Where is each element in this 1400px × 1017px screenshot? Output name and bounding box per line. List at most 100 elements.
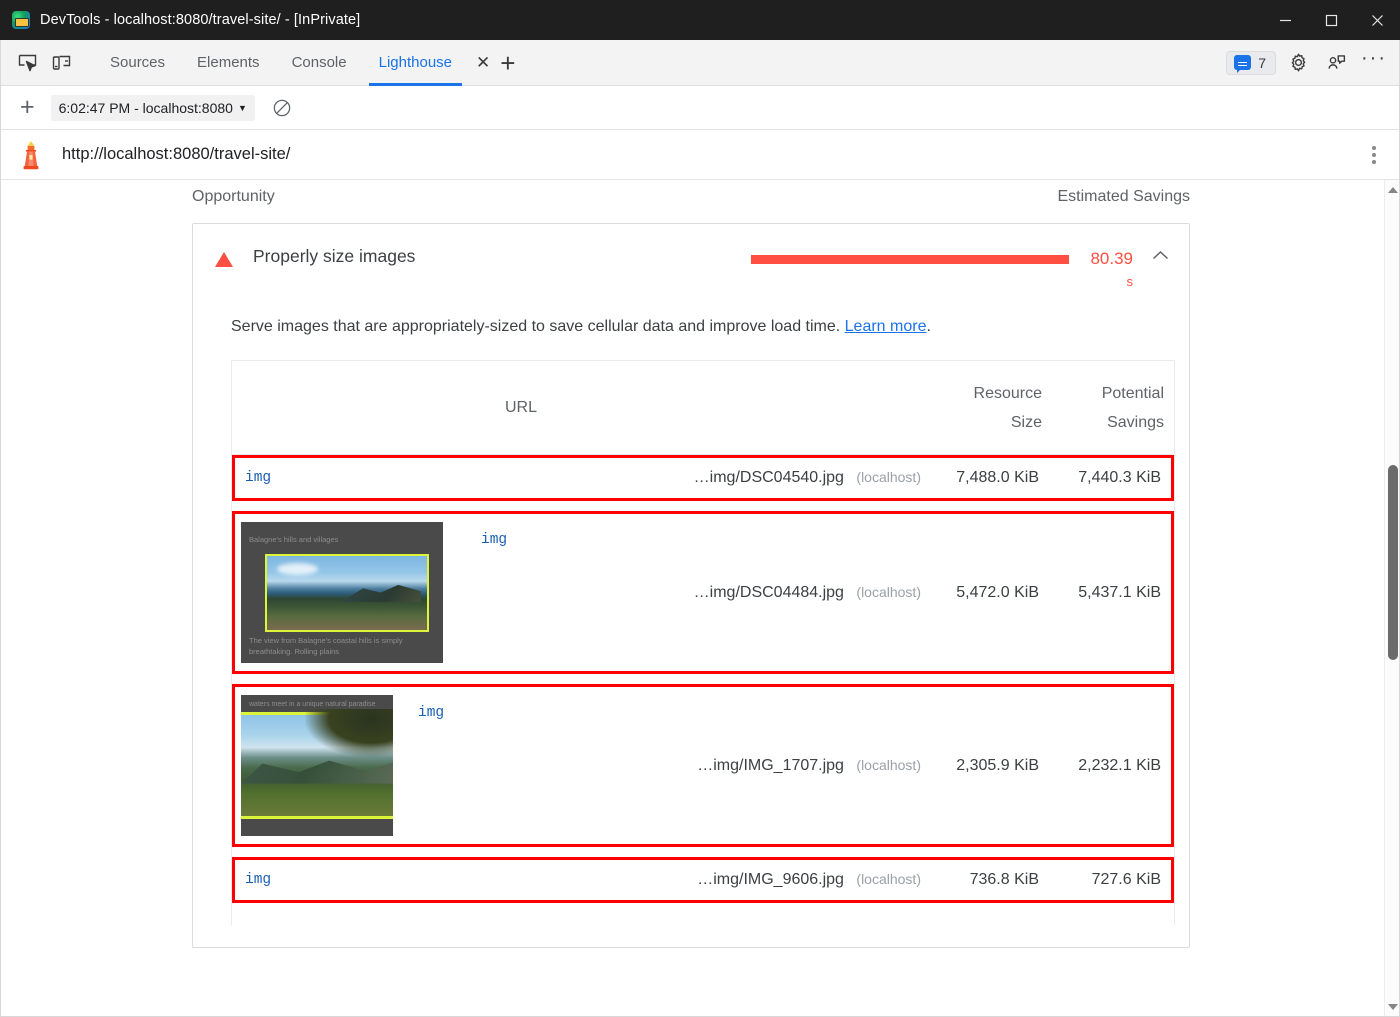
learn-more-link[interactable]: Learn more <box>845 318 927 335</box>
scroll-down-arrow[interactable] <box>1385 999 1400 1015</box>
savings-bar-track <box>749 255 1069 264</box>
header-resource-size: Resource Size <box>930 379 1052 437</box>
table-header-row: URL Resource Size Potential Savings <box>232 361 1174 455</box>
chevron-down-icon: ▼ <box>238 103 247 113</box>
edge-devtools-icon <box>12 11 30 29</box>
tab-lighthouse[interactable]: Lighthouse <box>363 40 468 86</box>
row-url: …img/IMG_1707.jpg (localhost) <box>393 757 927 775</box>
audit-header[interactable]: Properly size images 80.39 s <box>193 224 1189 304</box>
row-thumbnail-wrap: Balagne's hills and villages The view fr… <box>235 522 443 663</box>
row-potential-savings: 7,440.3 KiB <box>1049 469 1171 487</box>
row-node-tag[interactable]: img <box>235 470 415 486</box>
device-toolbar-icon[interactable] <box>44 48 78 78</box>
row-node-tag[interactable]: img <box>418 705 444 721</box>
inspect-element-icon[interactable] <box>10 48 44 78</box>
window-title: DevTools - localhost:8080/travel-site/ -… <box>40 12 360 28</box>
persona-feedback-icon[interactable] <box>1320 48 1352 78</box>
panel-tabs: Sources Elements Console Lighthouse ✕ + <box>94 40 525 86</box>
close-icon[interactable]: ✕ <box>476 54 490 71</box>
audit-description-suffix: . <box>926 318 930 335</box>
table-row[interactable]: waters meet in a unique natural paradise… <box>232 684 1174 847</box>
add-panel-icon[interactable]: + <box>490 50 525 76</box>
header-resource-size-line2: Size <box>930 408 1042 437</box>
row-potential-savings: 2,232.1 KiB <box>1049 757 1171 775</box>
row-resource-size: 2,305.9 KiB <box>927 757 1049 775</box>
header-resource-size-line1: Resource <box>930 379 1042 408</box>
row-url-text: …img/DSC04484.jpg <box>694 584 844 601</box>
header-potential-savings-line2: Savings <box>1052 408 1164 437</box>
row-resource-size: 736.8 KiB <box>927 871 1049 889</box>
row-potential-savings: 5,437.1 KiB <box>1049 584 1171 602</box>
chevron-up-icon[interactable] <box>1152 248 1169 266</box>
estimated-savings-column-label: Estimated Savings <box>1057 188 1190 206</box>
tab-label: Elements <box>197 54 260 71</box>
thumbnail-photo <box>265 554 429 632</box>
warning-triangle-icon <box>215 252 233 267</box>
tab-elements[interactable]: Elements <box>181 40 276 86</box>
row-url: …img/DSC04484.jpg (localhost) <box>443 584 927 602</box>
row-url-host: (localhost) <box>856 469 921 485</box>
row-node-tag[interactable]: img <box>235 872 415 888</box>
opportunities-table-header: Opportunity Estimated Savings <box>192 180 1190 206</box>
window-title-bar: DevTools - localhost:8080/travel-site/ -… <box>0 0 1400 40</box>
audit-description: Serve images that are appropriately-size… <box>211 304 1171 336</box>
row-thumbnail-wrap: waters meet in a unique natural paradise <box>235 695 393 836</box>
row-resource-size: 7,488.0 KiB <box>927 469 1049 487</box>
thumbnail-caption-bottom: The view from Balagne's coastal hills is… <box>241 635 443 657</box>
row-resource-size: 5,472.0 KiB <box>927 584 1049 602</box>
new-report-button[interactable]: + <box>12 93 43 122</box>
row-node-tag[interactable]: img <box>481 532 507 548</box>
scroll-up-arrow[interactable] <box>1385 182 1400 198</box>
vertical-scrollbar[interactable] <box>1384 180 1400 1017</box>
issues-count: 7 <box>1258 55 1266 71</box>
table-row[interactable]: img …img/DSC04540.jpg (localhost) 7,488.… <box>232 455 1174 501</box>
report-url-bar: http://localhost:8080/travel-site/ <box>0 130 1400 180</box>
table-row[interactable]: Balagne's hills and villages The view fr… <box>232 511 1174 674</box>
row-url-text: …img/IMG_9606.jpg <box>697 871 844 888</box>
tab-console[interactable]: Console <box>276 40 363 86</box>
clear-all-icon[interactable] <box>269 95 295 121</box>
report-run-selector[interactable]: 6:02:47 PM - localhost:8080 ▼ <box>51 95 255 121</box>
row-potential-savings: 727.6 KiB <box>1049 871 1171 889</box>
row-url: …img/DSC04540.jpg (localhost) <box>415 469 927 487</box>
minimize-button[interactable] <box>1262 0 1308 40</box>
thumbnail-caption-top: Balagne's hills and villages <box>241 534 443 545</box>
tab-label: Console <box>292 54 347 71</box>
issues-bubble-icon <box>1234 55 1251 70</box>
tab-bar-actions: 7 ··· <box>1226 48 1390 78</box>
row-url-host: (localhost) <box>856 757 921 773</box>
audit-description-text: Serve images that are appropriately-size… <box>231 318 845 335</box>
audit-details-table: URL Resource Size Potential Savings img <box>231 360 1175 925</box>
gear-icon[interactable] <box>1282 48 1314 78</box>
row-url: …img/IMG_9606.jpg (localhost) <box>415 871 927 889</box>
lighthouse-action-bar: + 6:02:47 PM - localhost:8080 ▼ <box>0 86 1400 130</box>
tab-label: Lighthouse <box>379 54 452 71</box>
report-run-value: 6:02:47 PM - localhost:8080 <box>59 100 233 116</box>
kebab-menu-icon[interactable] <box>1372 146 1376 164</box>
row-thumbnail-image: Balagne's hills and villages The view fr… <box>241 522 443 663</box>
savings-value: 80.39 <box>1073 244 1133 274</box>
header-potential-savings: Potential Savings <box>1052 379 1174 437</box>
row-url-text: …img/DSC04540.jpg <box>694 469 844 486</box>
tab-label: Sources <box>110 54 165 71</box>
row-thumbnail-image: waters meet in a unique natural paradise <box>241 695 393 836</box>
window-controls <box>1262 0 1400 40</box>
issues-counter-button[interactable]: 7 <box>1226 51 1276 75</box>
active-tab-indicator <box>369 83 462 86</box>
lighthouse-logo-icon <box>18 140 44 170</box>
maximize-button[interactable] <box>1308 0 1354 40</box>
audit-body: Serve images that are appropriately-size… <box>193 304 1189 947</box>
header-potential-savings-line1: Potential <box>1052 379 1164 408</box>
savings-unit: s <box>1073 274 1133 289</box>
row-url-host: (localhost) <box>856 584 921 600</box>
header-url: URL <box>232 399 930 417</box>
row-url-host: (localhost) <box>856 871 921 887</box>
close-button[interactable] <box>1354 0 1400 40</box>
audit-title: Properly size images <box>253 246 415 267</box>
audit-card-properly-size-images: Properly size images 80.39 s Serve image… <box>192 223 1190 948</box>
tab-sources[interactable]: Sources <box>94 40 181 86</box>
scrollbar-thumb[interactable] <box>1388 465 1398 660</box>
report-url-text: http://localhost:8080/travel-site/ <box>62 145 290 164</box>
table-row[interactable]: img …img/IMG_9606.jpg (localhost) 736.8 … <box>232 857 1174 903</box>
more-options-icon[interactable]: ··· <box>1358 48 1390 78</box>
